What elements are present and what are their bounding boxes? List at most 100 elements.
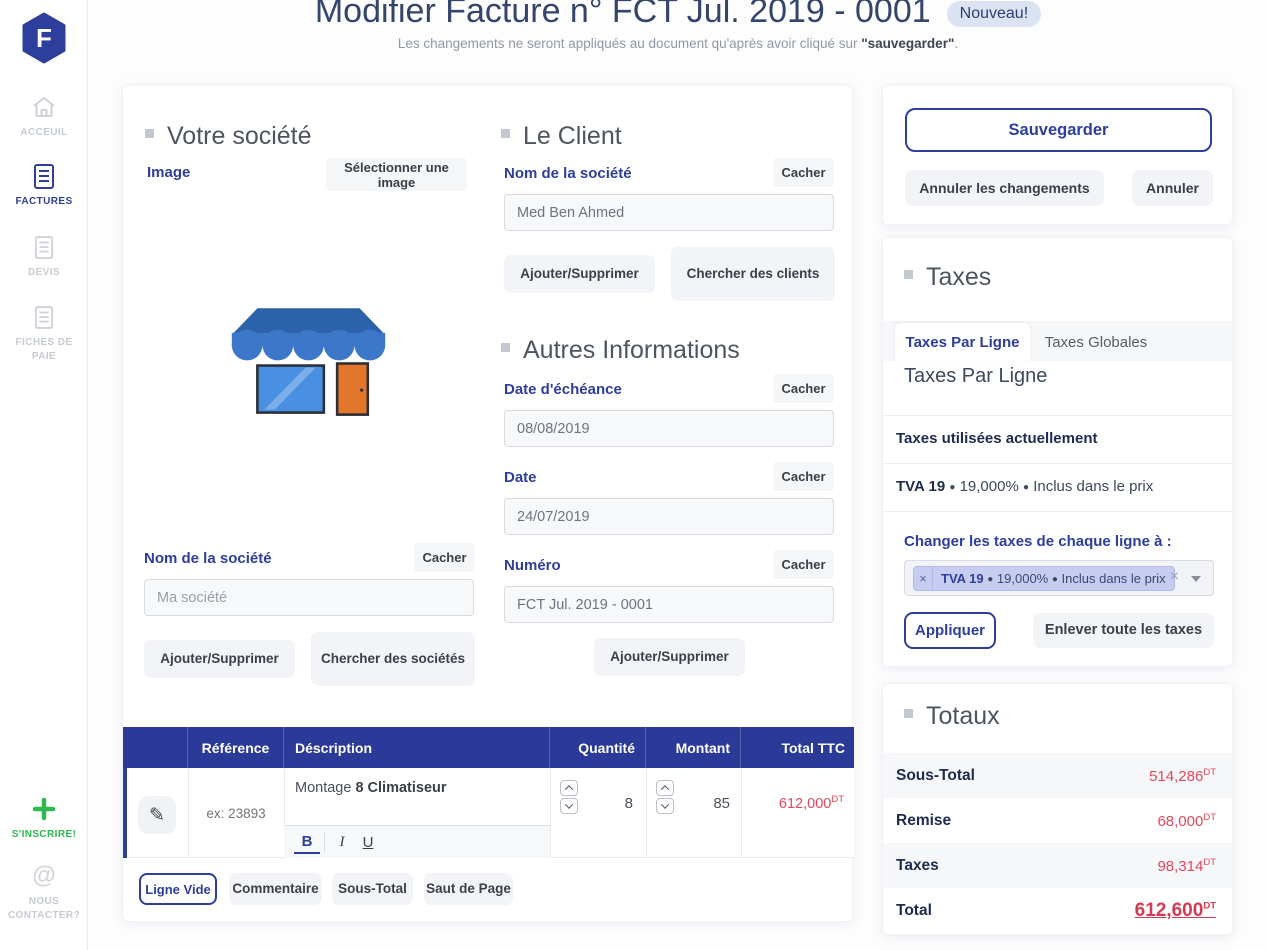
italic-button[interactable]: I: [329, 830, 355, 854]
amount-decrement-button[interactable]: [656, 798, 674, 814]
add-empty-line-button[interactable]: Ligne Vide: [139, 873, 217, 905]
hide-number-button[interactable]: Cacher: [773, 550, 834, 579]
sidebar-item-sinscrire[interactable]: S'INSCRIRE!: [0, 795, 88, 842]
line-total-number: 612,000: [779, 796, 831, 812]
section-bullet: [501, 343, 510, 352]
company-section-heading: Votre société: [145, 122, 312, 151]
app-logo[interactable]: F: [22, 12, 66, 64]
sidebar-item-factures[interactable]: FACTURES: [0, 162, 88, 209]
current-taxes-text: Taxes utilisées actuellement: [896, 430, 1097, 447]
underline-button[interactable]: U: [355, 830, 381, 854]
save-panel: Sauvegarder Annuler les changements Annu…: [882, 85, 1233, 225]
search-clients-button[interactable]: Chercher des clients: [671, 247, 835, 301]
amount-column-header: Montant: [646, 727, 741, 768]
taxes-panel-title: Taxes Par Ligne: [904, 365, 1047, 388]
invoice-number-input[interactable]: [504, 586, 834, 623]
tab-taxes-par-ligne[interactable]: Taxes Par Ligne: [895, 323, 1030, 361]
save-button[interactable]: Sauvegarder: [905, 108, 1212, 152]
description-bold-text: 8 Climatiseur: [355, 780, 446, 796]
other-info-add-remove-button[interactable]: Ajouter/Supprimer: [594, 638, 745, 676]
company-add-remove-button[interactable]: Ajouter/Supprimer: [144, 640, 295, 678]
subtotal-row: Sous-Total 514,286DT: [883, 753, 1232, 798]
plus-icon: [0, 795, 88, 823]
total-ttc-column-header: Total TTC: [741, 727, 854, 768]
select-image-button[interactable]: Sélectionner une image: [326, 158, 467, 191]
invoice-line-row: ✎ Montage 8 Climatiseur B I U 8 85 612,0…: [123, 768, 854, 858]
discount-row: Remise 68,000DT: [883, 798, 1232, 843]
taxes-row: Taxes 98,314DT: [883, 843, 1232, 888]
invoice-edit-card: Votre société Image Sélectionner une ima…: [122, 85, 853, 922]
bold-button[interactable]: B: [294, 830, 320, 854]
search-companies-button[interactable]: Chercher des sociétés: [311, 632, 475, 686]
edit-line-button[interactable]: ✎: [138, 796, 176, 834]
hexagon-logo-icon: F: [22, 12, 66, 64]
sidebar-item-fiches-de-paie[interactable]: FICHES DE PAIE: [0, 303, 88, 363]
amount-increment-button[interactable]: [656, 780, 674, 796]
section-title: Votre société: [167, 122, 312, 151]
add-page-break-button[interactable]: Saut de Page: [424, 873, 513, 905]
other-info-section-heading: Autres Informations: [501, 336, 740, 365]
section-title: Taxes: [926, 263, 991, 292]
home-icon: [0, 93, 88, 121]
cancel-changes-button[interactable]: Annuler les changements: [905, 170, 1104, 206]
sidebar: F ACCEUIL FACTURES DEVIS: [0, 0, 88, 950]
subtitle-text: Les changements ne seront appliqués au d…: [398, 36, 861, 51]
sidebar-item-devis[interactable]: DEVIS: [0, 233, 88, 280]
taxes-tabs-bar: Taxes Par Ligne Taxes Globales: [883, 321, 1232, 361]
client-add-remove-button[interactable]: Ajouter/Supprimer: [504, 255, 655, 293]
sidebar-item-label: FACTURES: [0, 195, 88, 209]
pencil-icon: ✎: [149, 804, 165, 827]
bullet-separator: ●: [987, 574, 993, 585]
hide-company-name-button[interactable]: Cacher: [414, 543, 475, 572]
date-input[interactable]: [504, 498, 834, 535]
cancel-button[interactable]: Annuler: [1132, 170, 1213, 206]
bullet-separator: ●: [949, 482, 955, 493]
company-name-label: Nom de la société: [144, 550, 272, 567]
hide-client-name-button[interactable]: Cacher: [773, 158, 834, 187]
section-bullet: [501, 129, 510, 138]
tag-label: TVA 19 ● 19,000% ● Inclus dans le prix: [933, 571, 1174, 586]
section-bullet: [904, 270, 913, 279]
description-editor[interactable]: Montage 8 Climatiseur: [295, 780, 447, 796]
client-name-input[interactable]: [504, 194, 834, 231]
tab-taxes-globales[interactable]: Taxes Globales: [1031, 323, 1161, 361]
discount-label: Remise: [896, 812, 951, 830]
total-row: Total 612,600DT: [883, 888, 1232, 933]
company-name-input[interactable]: [144, 579, 474, 616]
description-text: Montage: [295, 780, 355, 796]
reference-input[interactable]: [189, 768, 283, 858]
tax-mode: Inclus dans le prix: [1062, 571, 1166, 586]
sidebar-item-label: DEVIS: [0, 266, 88, 280]
remove-tag-icon[interactable]: ×: [914, 566, 933, 591]
sidebar-item-nous-contacter[interactable]: @ NOUS CONTACTER?: [0, 862, 88, 922]
sidebar-item-label: ACCEUIL: [0, 126, 88, 140]
apply-taxes-button[interactable]: Appliquer: [904, 612, 996, 649]
bullet-separator: ●: [1023, 482, 1029, 493]
remove-all-taxes-button[interactable]: Enlever toute les taxes: [1033, 613, 1214, 648]
chevron-down-icon[interactable]: [1191, 576, 1201, 582]
tax-multiselect[interactable]: × TVA 19 ● 19,000% ● Inclus dans le prix…: [904, 560, 1214, 596]
edit-column-header: [123, 727, 188, 768]
quantity-increment-button[interactable]: [560, 780, 578, 796]
document-icon: [0, 303, 88, 331]
taxes-panel: Taxes Taxes Par Ligne Taxes Globales Tax…: [882, 237, 1233, 667]
add-comment-button[interactable]: Commentaire: [229, 873, 322, 905]
section-title: Le Client: [523, 122, 622, 151]
sidebar-item-acceuil[interactable]: ACCEUIL: [0, 93, 88, 140]
hide-due-date-button[interactable]: Cacher: [773, 374, 834, 403]
current-taxes-label: Taxes utilisées actuellement: [896, 430, 1097, 447]
add-subtotal-button[interactable]: Sous-Total: [332, 873, 413, 905]
total-value[interactable]: 612,600DT: [1135, 900, 1216, 922]
quantity-value[interactable]: 8: [591, 795, 633, 812]
currency-suffix: DT: [1203, 767, 1216, 778]
total-label: Total: [896, 902, 932, 920]
due-date-input[interactable]: [504, 410, 834, 447]
clear-select-icon[interactable]: ×: [1170, 568, 1179, 586]
currency-suffix: DT: [831, 794, 844, 805]
currency-suffix: DT: [1203, 812, 1216, 823]
hide-date-button[interactable]: Cacher: [773, 462, 834, 491]
totals-section-heading: Totaux: [904, 702, 1000, 731]
at-icon: @: [0, 862, 88, 890]
tax-rate: 19,000%: [960, 478, 1019, 495]
quantity-decrement-button[interactable]: [560, 798, 578, 814]
